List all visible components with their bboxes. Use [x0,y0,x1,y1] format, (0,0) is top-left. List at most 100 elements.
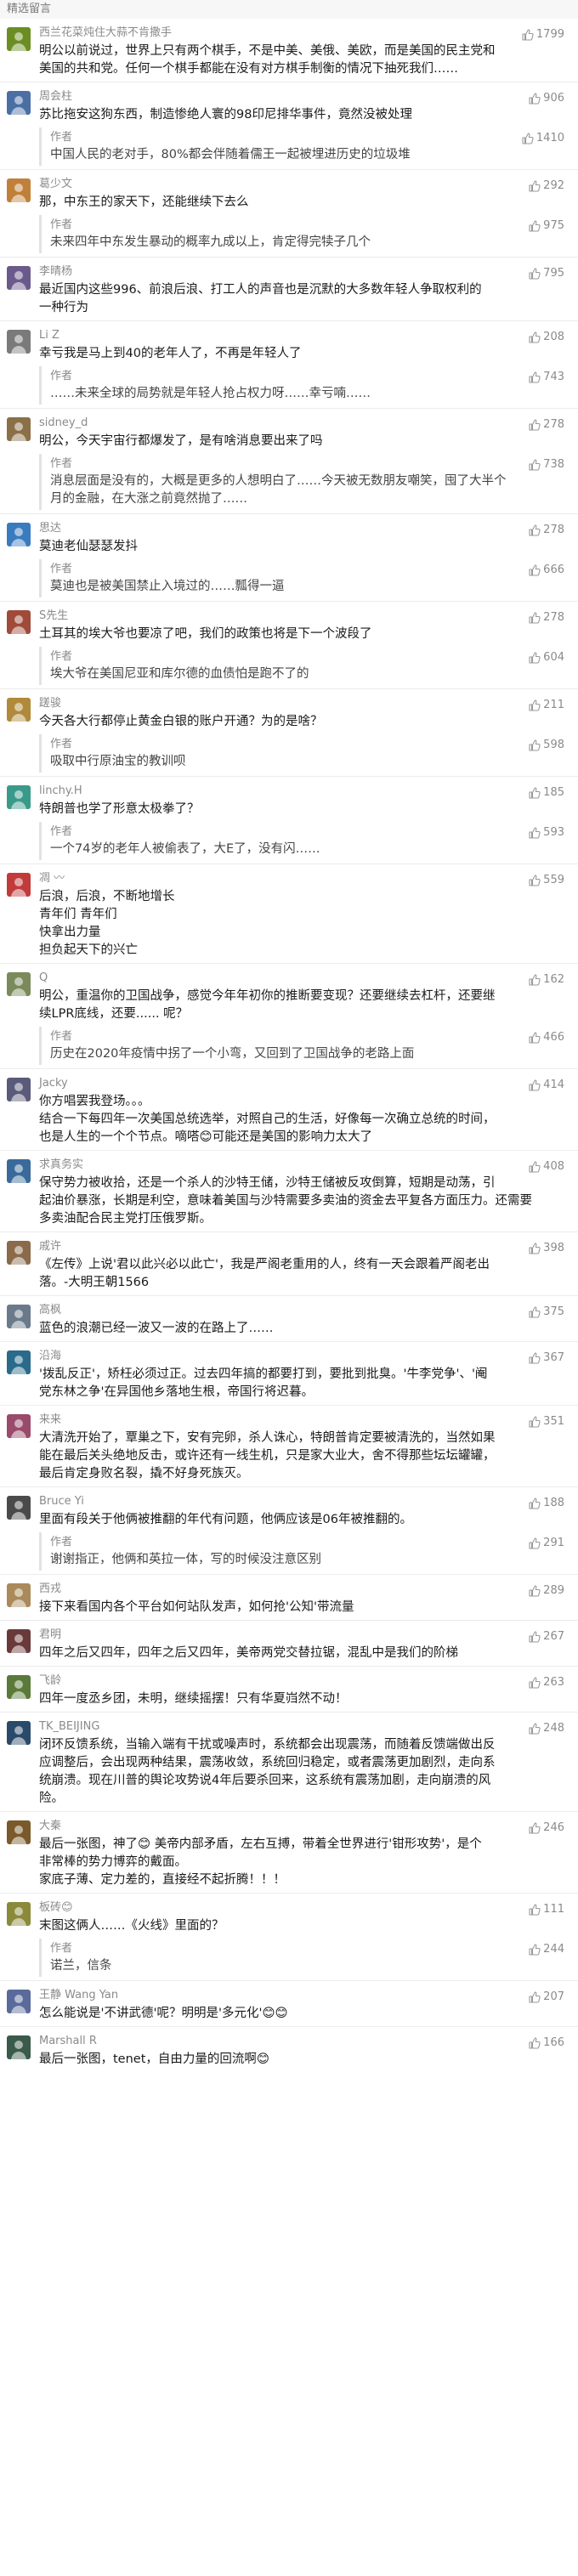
avatar[interactable] [7,1078,31,1101]
comment-text: 蓝色的浪潮已经一波又一波的在路上了…… [39,1320,566,1338]
comment-author[interactable]: 高枫 [39,1301,578,1320]
comment-author[interactable]: TK_BEIJING [39,1718,578,1736]
like-button[interactable]: 559 [529,871,564,890]
avatar[interactable] [7,873,31,897]
like-button[interactable]: 1410 [522,129,564,148]
like-button[interactable]: 1799 [522,25,564,44]
avatar[interactable] [7,178,31,202]
avatar[interactable] [7,523,31,546]
like-button[interactable]: 162 [529,971,564,989]
like-button[interactable]: 263 [529,1673,564,1692]
comment-line: 最后肯定身败名裂，撬不好身死族灭。 [39,1467,249,1480]
comment-author[interactable]: 葛少文 [39,175,578,194]
like-button[interactable]: 408 [529,1158,564,1176]
like-button[interactable]: 906 [529,89,564,108]
comment-author[interactable]: S先生 [39,607,578,626]
like-button[interactable]: 111 [529,1900,564,1919]
avatar[interactable] [7,785,31,809]
like-button[interactable]: 593 [529,824,564,842]
avatar[interactable] [7,972,31,996]
comment-author[interactable]: 沿海 [39,1347,578,1366]
avatar[interactable] [7,1496,31,1520]
avatar[interactable] [7,610,31,634]
like-button[interactable]: 248 [529,1719,564,1738]
comment-line: 怎么能说是'不讲武德'呢？明明是'多元化'😊😊 [39,2007,288,2020]
avatar[interactable] [7,698,31,722]
comment-author[interactable]: 周会柱 [39,88,578,106]
comment-author[interactable]: 西戎 [39,1580,578,1599]
like-button[interactable]: 414 [529,1076,564,1095]
comment-author[interactable]: 板砖😊 [39,1899,578,1917]
like-button[interactable]: 666 [529,561,564,580]
reply-text: 吸取中行原油宝的教训呗 [50,753,566,771]
like-button[interactable]: 743 [529,368,564,387]
avatar[interactable] [7,1990,31,2013]
avatar[interactable] [7,1675,31,1699]
comment-author[interactable]: Marshall R [39,2032,578,2051]
comment-author[interactable]: 君明 [39,1626,578,1645]
comment-author[interactable]: Li Z [39,326,578,345]
avatar[interactable] [7,1721,31,1745]
comment-author[interactable]: 大秦 [39,1817,578,1836]
like-button[interactable]: 604 [529,648,564,667]
comment-author[interactable]: 飞龄 [39,1672,578,1690]
comment-author[interactable]: 王静 Wang Yan [39,1986,578,2005]
comment-author[interactable]: 来来 [39,1411,578,1430]
avatar[interactable] [7,266,31,290]
thumb-up-icon [522,29,534,41]
comment-author[interactable]: 思达 [39,519,578,538]
comment-author[interactable]: Bruce Yi [39,1492,578,1511]
like-button[interactable]: 375 [529,1303,564,1322]
like-button[interactable]: 598 [529,736,564,755]
avatar[interactable] [7,1159,31,1183]
comment-author[interactable]: 李晴杨 [39,263,578,281]
like-button[interactable]: 291 [529,1534,564,1553]
avatar[interactable] [7,330,31,354]
like-count: 1410 [536,132,564,144]
like-button[interactable]: 207 [529,1988,564,2007]
comment-author[interactable]: Jacky [39,1074,578,1093]
like-button[interactable]: 278 [529,521,564,540]
avatar[interactable] [7,1629,31,1653]
avatar[interactable] [7,1350,31,1374]
comment-author[interactable]: 求真务实 [39,1156,578,1175]
like-button[interactable]: 278 [529,416,564,434]
like-button[interactable]: 367 [529,1349,564,1367]
like-button[interactable]: 975 [529,217,564,235]
avatar[interactable] [7,2035,31,2059]
like-button[interactable]: 292 [529,177,564,195]
avatar[interactable] [7,1414,31,1438]
thumb-up-icon [529,524,541,536]
comment-author[interactable]: 蹉骏 [39,694,578,713]
like-button[interactable]: 185 [529,784,564,802]
avatar[interactable] [7,1820,31,1844]
like-count: 289 [543,1584,564,1597]
like-button[interactable]: 738 [529,456,564,474]
like-button[interactable]: 244 [529,1940,564,1959]
avatar[interactable] [7,1241,31,1265]
like-button[interactable]: 166 [529,2034,564,2052]
comment-author[interactable]: 戚许 [39,1237,578,1256]
comment-author[interactable]: sidney_d [39,414,578,433]
like-button[interactable]: 351 [529,1413,564,1431]
like-button[interactable]: 289 [529,1582,564,1600]
like-button[interactable]: 278 [529,609,564,627]
like-button[interactable]: 208 [529,328,564,347]
comment-author[interactable]: Q [39,969,578,988]
avatar[interactable] [7,1902,31,1926]
like-button[interactable]: 188 [529,1494,564,1513]
avatar[interactable] [7,1305,31,1328]
like-button[interactable]: 267 [529,1628,564,1646]
like-button[interactable]: 246 [529,1819,564,1837]
avatar[interactable] [7,27,31,51]
like-button[interactable]: 398 [529,1239,564,1258]
avatar[interactable] [7,417,31,441]
like-button[interactable]: 795 [529,264,564,283]
like-button[interactable]: 466 [529,1028,564,1047]
like-button[interactable]: 211 [529,696,564,715]
avatar[interactable] [7,1583,31,1607]
comment-author[interactable]: 西兰花菜炖住大蒜不肯撒手 [39,24,578,42]
comment-author[interactable]: 凋 〰 [39,869,578,888]
comment-author[interactable]: linchy.H [39,782,578,801]
avatar[interactable] [7,91,31,115]
